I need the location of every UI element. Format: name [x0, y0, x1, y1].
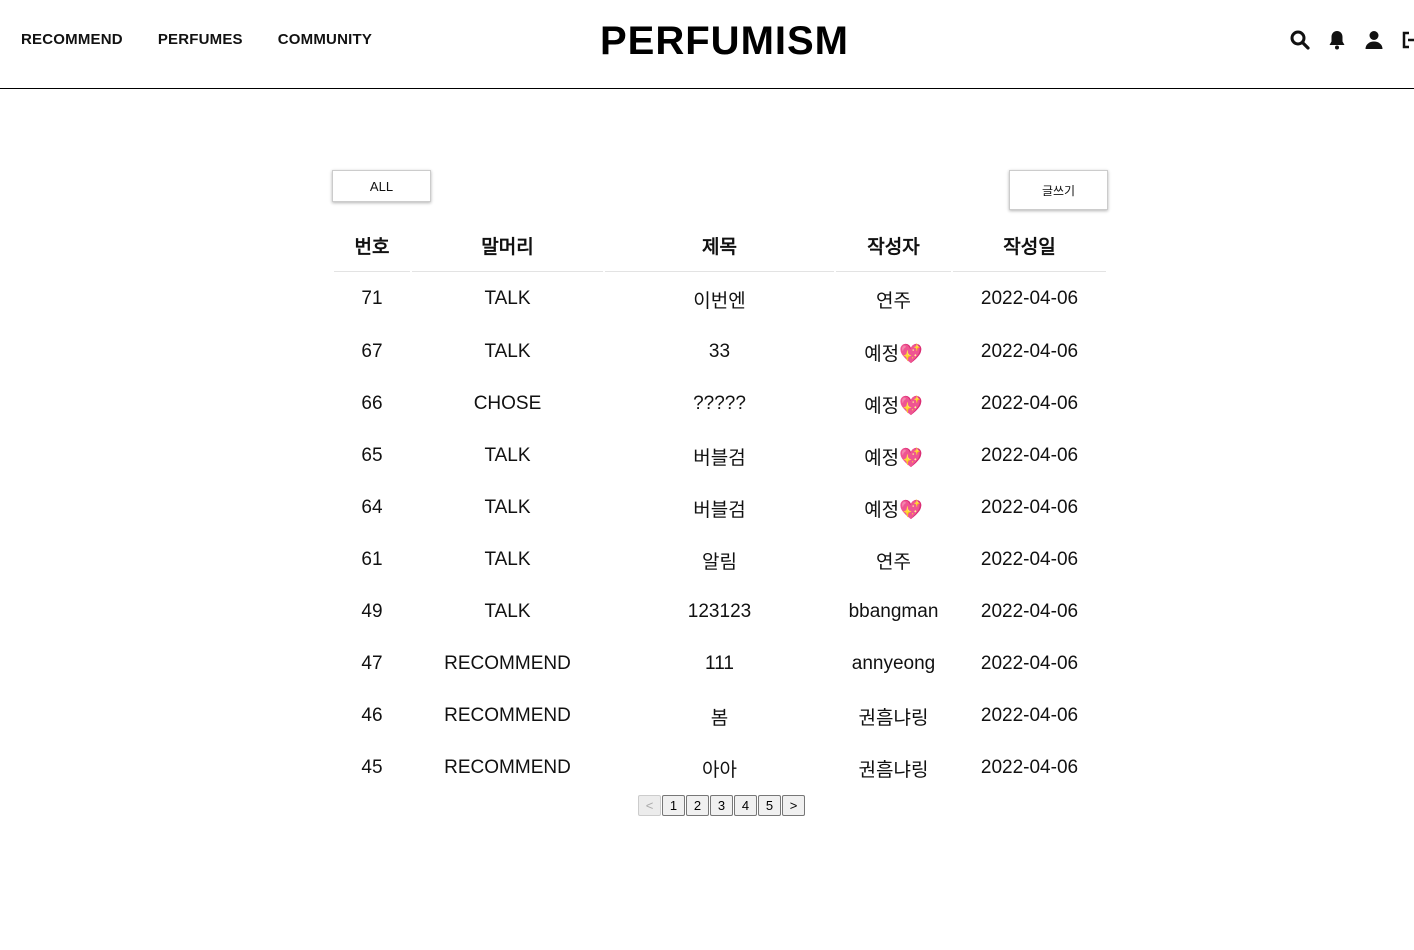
page-button-4[interactable]: 4: [734, 795, 757, 816]
post-title[interactable]: 버블검: [605, 430, 834, 482]
post-date: 2022-04-06: [980, 653, 1079, 674]
post-author: 예정💖: [864, 499, 923, 521]
pagination: < 1 2 3 4 5 >: [638, 795, 805, 816]
post-number: 47: [361, 653, 383, 674]
post-category: RECOMMEND: [444, 653, 571, 674]
post-table: 번호 말머리 제목 작성자 작성일 71 TALK 이번엔 연주 2022-04…: [332, 220, 1108, 794]
table-row[interactable]: 47 RECOMMEND 111 annyeong 2022-04-06: [334, 638, 1106, 690]
post-author: annyeong: [851, 653, 936, 674]
post-category: TALK: [484, 288, 531, 309]
post-title[interactable]: ?????: [605, 378, 834, 430]
post-category: CHOSE: [473, 393, 542, 414]
column-header-author: 작성자: [836, 220, 951, 272]
table-row[interactable]: 49 TALK 123123 bbangman 2022-04-06: [334, 586, 1106, 638]
post-number: 61: [361, 549, 383, 570]
nav-perfumes[interactable]: PERFUMES: [158, 31, 243, 48]
post-date: 2022-04-06: [980, 393, 1079, 414]
post-number: 71: [361, 288, 383, 309]
post-category: RECOMMEND: [444, 705, 571, 726]
post-category: RECOMMEND: [444, 757, 571, 778]
post-title[interactable]: 111: [605, 638, 834, 690]
table-row[interactable]: 61 TALK 알림 연주 2022-04-06: [334, 534, 1106, 586]
user-icon[interactable]: [1362, 28, 1386, 52]
prev-page-button[interactable]: <: [638, 795, 661, 816]
nav-community[interactable]: COMMUNITY: [278, 31, 372, 48]
post-number: 46: [361, 705, 383, 726]
site-logo[interactable]: PERFUMISM: [600, 18, 849, 64]
post-author: bbangman: [848, 601, 939, 622]
column-header-date: 작성일: [953, 220, 1106, 272]
post-author: 예정💖: [864, 395, 923, 417]
post-category: TALK: [484, 497, 531, 518]
post-category: TALK: [484, 445, 531, 466]
post-date: 2022-04-06: [980, 445, 1079, 466]
table-header: 번호 말머리 제목 작성자 작성일: [334, 220, 1106, 272]
post-title[interactable]: 아아: [605, 742, 834, 794]
page-button-5[interactable]: 5: [758, 795, 781, 816]
table-row[interactable]: 46 RECOMMEND 봄 권흠냐링 2022-04-06: [334, 690, 1106, 742]
site-header: RECOMMEND PERFUMES COMMUNITY PERFUMISM: [0, 0, 1414, 89]
post-category: TALK: [484, 341, 531, 362]
nav-recommend[interactable]: RECOMMEND: [21, 31, 123, 48]
table-row[interactable]: 45 RECOMMEND 아아 권흠냐링 2022-04-06: [334, 742, 1106, 794]
post-date: 2022-04-06: [980, 705, 1079, 726]
post-date: 2022-04-06: [980, 497, 1079, 518]
post-title[interactable]: 버블검: [605, 482, 834, 534]
post-date: 2022-04-06: [980, 341, 1079, 362]
post-number: 64: [361, 497, 383, 518]
column-header-title: 제목: [605, 220, 834, 272]
table-row[interactable]: 64 TALK 버블검 예정💖 2022-04-06: [334, 482, 1106, 534]
post-author: 권흠냐링: [858, 707, 929, 729]
page-button-2[interactable]: 2: [686, 795, 709, 816]
post-category: TALK: [484, 549, 531, 570]
category-filter-button[interactable]: ALL: [332, 170, 431, 202]
post-author: 연주: [876, 290, 911, 312]
post-number: 65: [361, 445, 383, 466]
post-title[interactable]: 알림: [605, 534, 834, 586]
post-number: 49: [361, 601, 383, 622]
post-author: 연주: [876, 551, 911, 573]
post-author: 예정💖: [864, 447, 923, 469]
post-category: TALK: [484, 601, 531, 622]
post-date: 2022-04-06: [980, 601, 1079, 622]
search-icon[interactable]: [1288, 28, 1312, 52]
page-button-3[interactable]: 3: [710, 795, 733, 816]
post-number: 45: [361, 757, 383, 778]
bell-icon[interactable]: [1325, 28, 1349, 52]
table-row[interactable]: 66 CHOSE ????? 예정💖 2022-04-06: [334, 378, 1106, 430]
page-button-1[interactable]: 1: [662, 795, 685, 816]
table-row[interactable]: 71 TALK 이번엔 연주 2022-04-06: [334, 272, 1106, 326]
column-header-number: 번호: [334, 220, 410, 272]
write-post-button[interactable]: 글쓰기: [1009, 170, 1108, 210]
table-row[interactable]: 65 TALK 버블검 예정💖 2022-04-06: [334, 430, 1106, 482]
table-row[interactable]: 67 TALK 33 예정💖 2022-04-06: [334, 326, 1106, 378]
post-title[interactable]: 123123: [605, 586, 834, 638]
post-date: 2022-04-06: [980, 757, 1079, 778]
post-title[interactable]: 이번엔: [605, 272, 834, 326]
main-nav: RECOMMEND PERFUMES COMMUNITY: [21, 31, 407, 48]
post-title[interactable]: 33: [605, 326, 834, 378]
header-icons: [1288, 28, 1414, 52]
next-page-button[interactable]: >: [782, 795, 805, 816]
post-number: 67: [361, 341, 383, 362]
post-title[interactable]: 봄: [605, 690, 834, 742]
column-header-category: 말머리: [412, 220, 603, 272]
post-author: 예정💖: [864, 343, 923, 365]
logout-icon[interactable]: [1399, 28, 1414, 52]
post-date: 2022-04-06: [980, 288, 1079, 309]
post-number: 66: [361, 393, 383, 414]
post-date: 2022-04-06: [980, 549, 1079, 570]
post-author: 권흠냐링: [858, 759, 929, 781]
